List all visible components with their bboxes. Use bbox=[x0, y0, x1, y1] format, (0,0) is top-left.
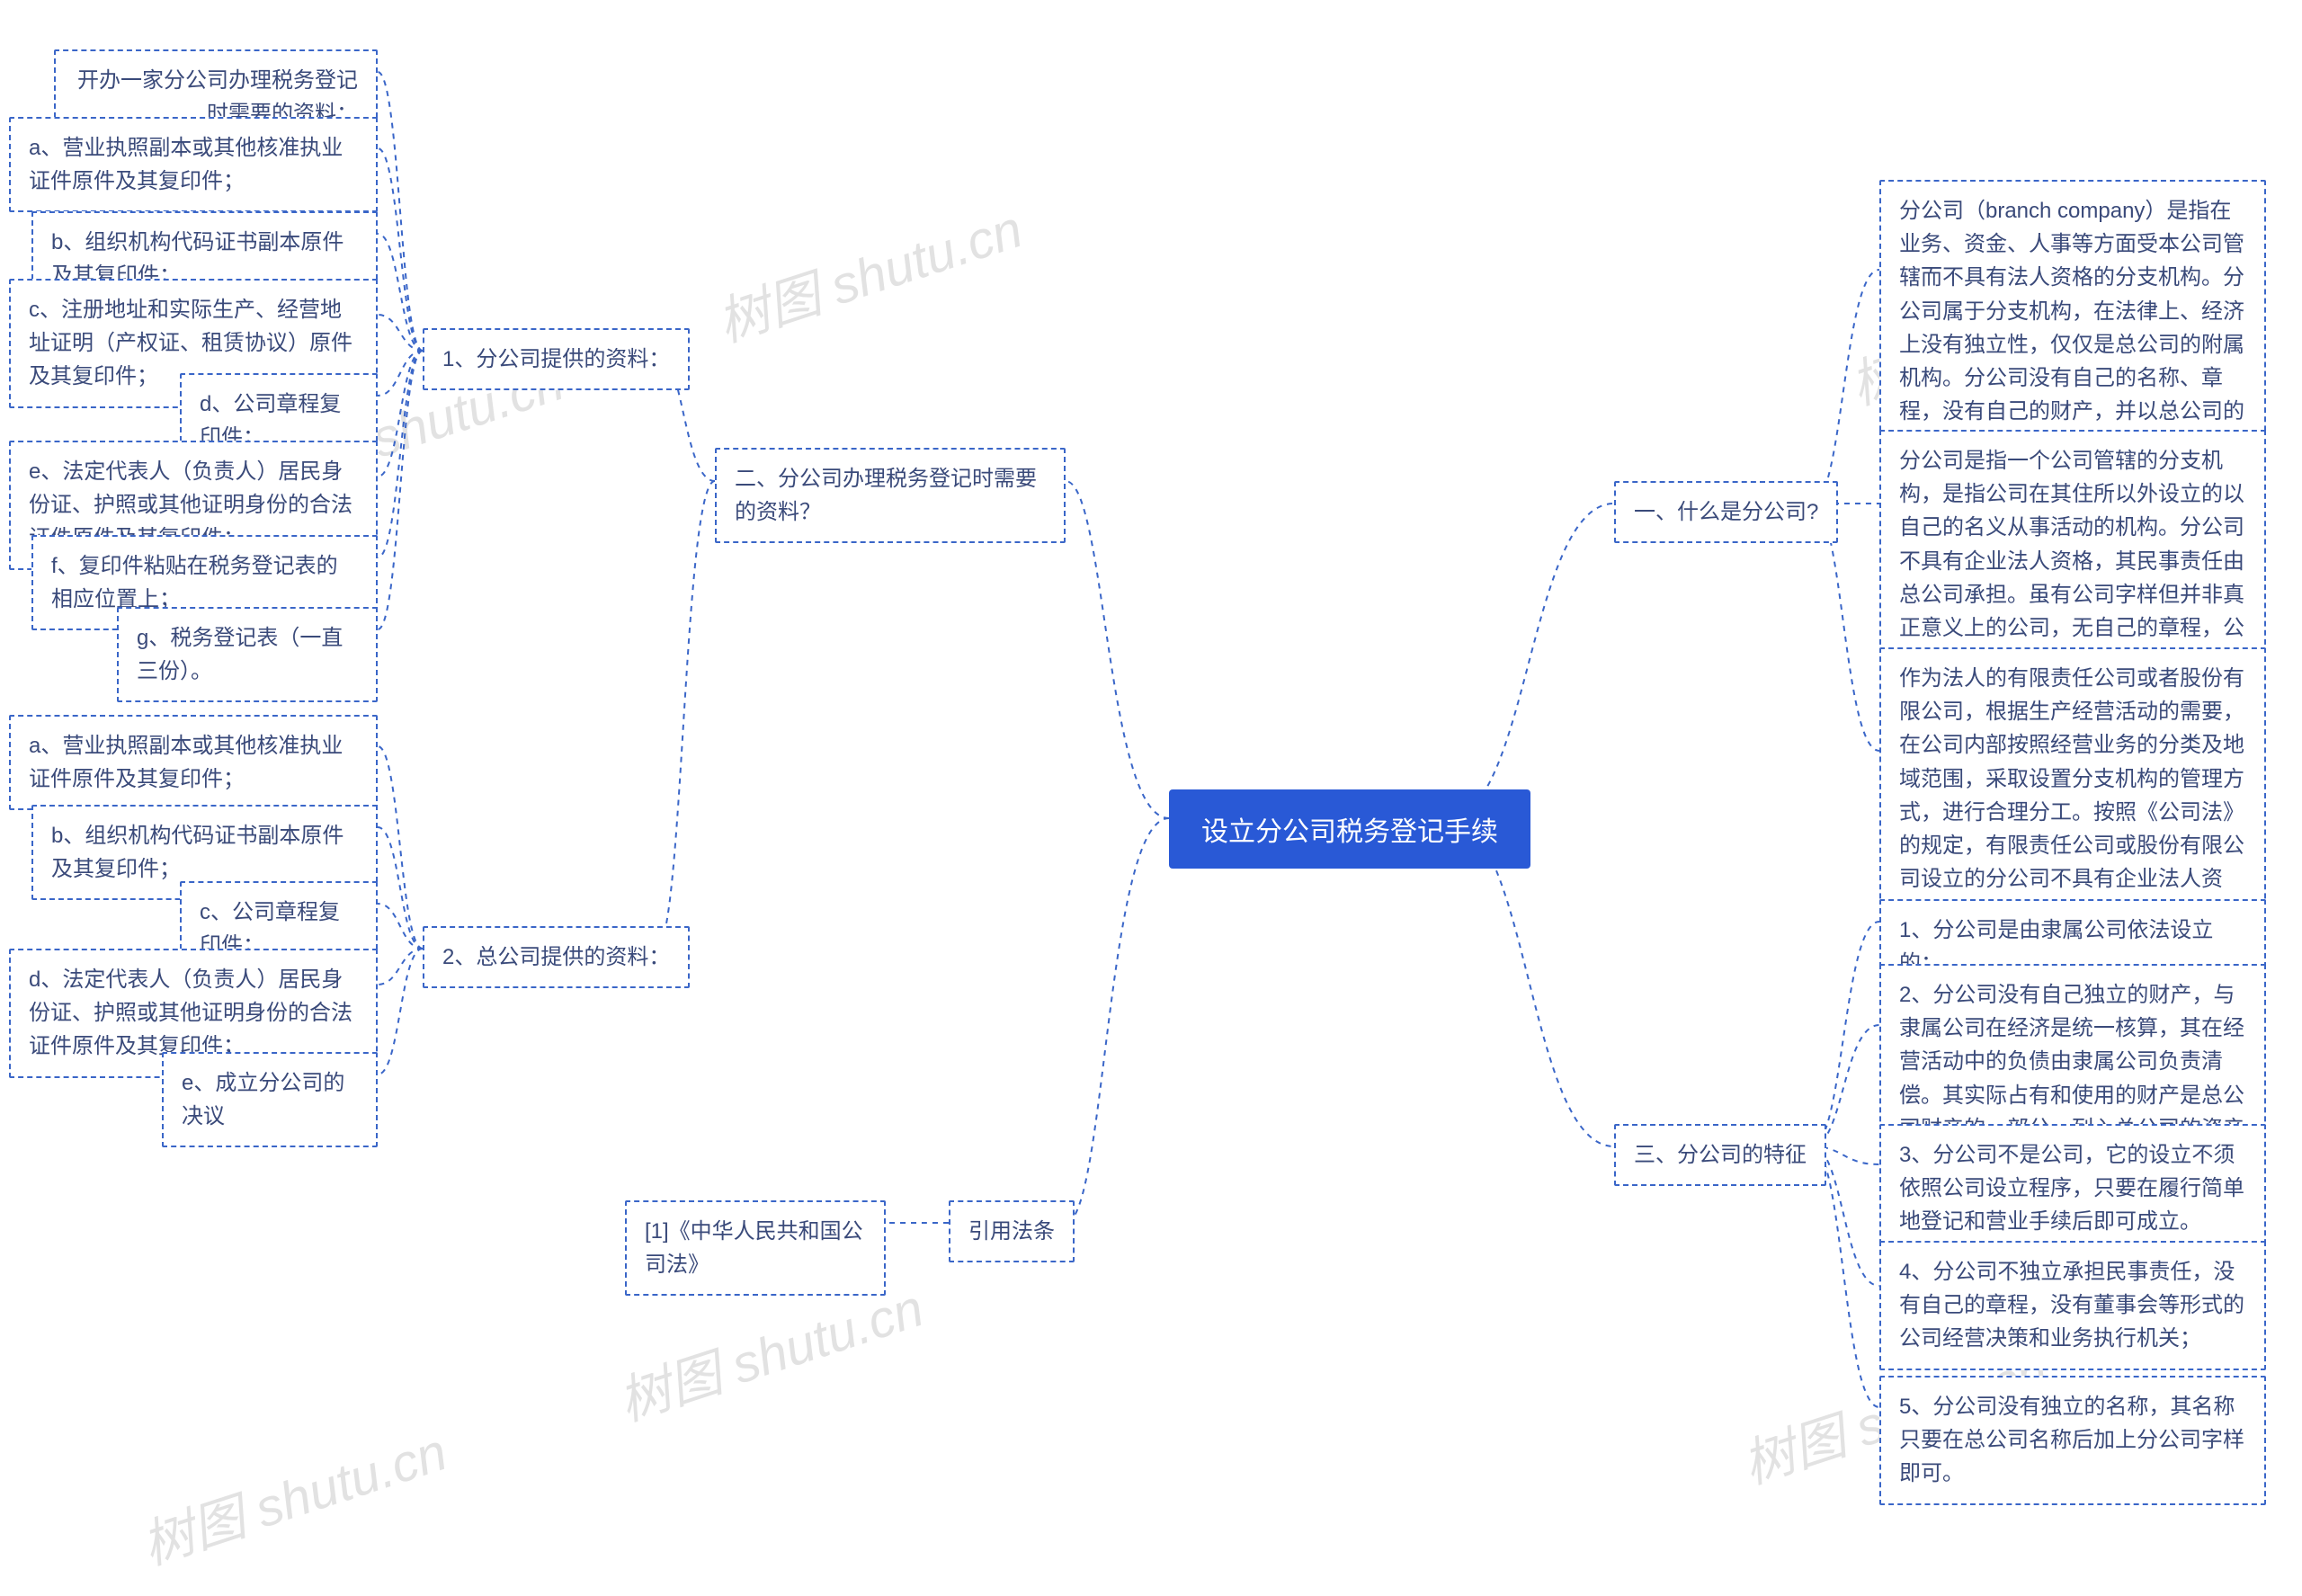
branch-what-is[interactable]: 一、什么是分公司? bbox=[1614, 481, 1838, 543]
s1-g: g、税务登记表（一直三份）。 bbox=[117, 607, 378, 702]
s1-a: a、营业执照副本或其他核准执业证件原件及其复印件； bbox=[9, 117, 378, 212]
sub-branch-materials[interactable]: 1、分公司提供的资料： bbox=[423, 328, 690, 390]
feature-3: 3、分公司不是公司，它的设立不须依照公司设立程序，只要在履行简单地登记和营业手续… bbox=[1879, 1124, 2266, 1253]
feature-5: 5、分公司没有独立的名称，其名称只要在总公司名称后加上分公司字样即可。 bbox=[1879, 1376, 2266, 1505]
watermark: 树图 shutu.cn bbox=[707, 187, 1031, 356]
watermark: 树图 shutu.cn bbox=[131, 1410, 455, 1579]
s2-a: a、营业执照副本或其他核准执业证件原件及其复印件； bbox=[9, 715, 378, 810]
s2-e: e、成立分公司的决议 bbox=[162, 1052, 378, 1147]
sub-head-materials[interactable]: 2、总公司提供的资料： bbox=[423, 926, 690, 988]
branch-features[interactable]: 三、分公司的特征 bbox=[1614, 1124, 1826, 1186]
feature-4: 4、分公司不独立承担民事责任，没有自己的章程，没有董事会等形式的公司经营决策和业… bbox=[1879, 1241, 2266, 1370]
root-node[interactable]: 设立分公司税务登记手续 bbox=[1169, 789, 1530, 869]
citation-item: [1]《中华人民共和国公司法》 bbox=[625, 1200, 886, 1296]
branch-materials[interactable]: 二、分公司办理税务登记时需要的资料？ bbox=[715, 448, 1066, 543]
branch-citation[interactable]: 引用法条 bbox=[949, 1200, 1075, 1262]
